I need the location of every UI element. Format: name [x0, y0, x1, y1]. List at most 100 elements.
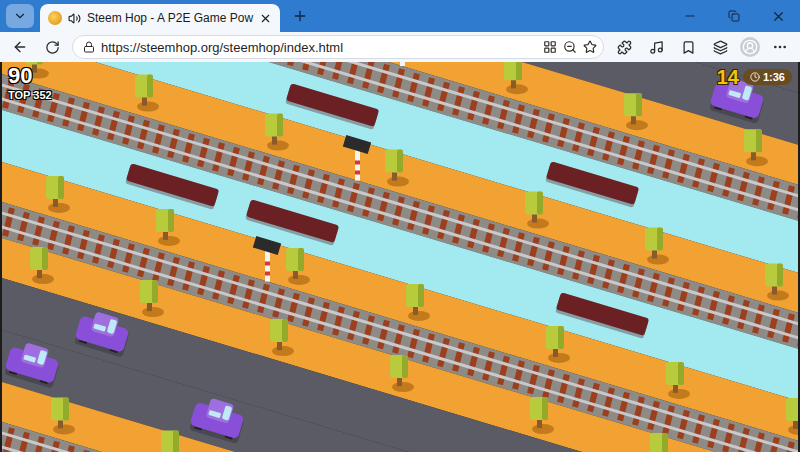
browser-tab[interactable]: Steem Hop - A P2E Game Pow	[40, 4, 280, 32]
rail-tie	[560, 119, 567, 147]
rail-tie	[770, 310, 777, 338]
tree	[385, 150, 409, 187]
address-bar[interactable]: https://steemhop.org/steemhop/index.html	[72, 35, 604, 59]
tree	[30, 247, 54, 284]
rail-tie	[350, 312, 357, 340]
rail-tie	[785, 186, 792, 214]
rail-tie	[455, 343, 462, 371]
lock-icon[interactable]	[83, 41, 95, 53]
collections-button[interactable]	[708, 35, 732, 59]
tree	[650, 433, 674, 452]
rail-tie	[155, 125, 162, 153]
game-area[interactable]: 90TOP 352 14 1:36	[0, 62, 800, 452]
minimize-icon	[683, 9, 697, 23]
coin-count: 14	[717, 67, 739, 87]
rail-tie	[515, 105, 522, 133]
rail-tie	[65, 98, 72, 126]
rail-tie	[500, 229, 507, 257]
rail-tie	[635, 269, 642, 297]
close-icon	[771, 9, 786, 24]
rail-tie	[710, 420, 717, 448]
tree	[645, 228, 669, 265]
car	[188, 394, 247, 444]
minimize-button[interactable]	[668, 0, 712, 32]
rail-tie	[740, 301, 747, 329]
profile-button[interactable]	[740, 37, 760, 57]
refresh-icon	[45, 40, 60, 55]
zoom-icon[interactable]	[563, 40, 577, 54]
score-panel: 90TOP 352	[8, 65, 52, 101]
rail-tie	[785, 314, 792, 342]
favorite-star-icon[interactable]	[583, 40, 597, 54]
extensions-button[interactable]	[612, 35, 636, 59]
rail-tie	[530, 366, 537, 394]
tree	[161, 430, 185, 452]
rail-tie	[50, 222, 57, 250]
rail-tie	[440, 339, 447, 367]
close-button[interactable]	[756, 0, 800, 32]
rail-tie	[335, 179, 342, 207]
log	[555, 292, 649, 339]
rail-tie	[620, 137, 627, 165]
tree	[765, 264, 789, 301]
rail-tie	[290, 166, 297, 194]
rail-tie	[575, 123, 582, 151]
app-available-icon[interactable]	[543, 40, 557, 54]
menu-button[interactable]	[768, 35, 792, 59]
rail-tie	[680, 283, 687, 311]
railway	[2, 71, 798, 351]
rail-tie	[395, 69, 402, 97]
rail-tie	[275, 289, 282, 317]
rail-tie	[305, 298, 312, 326]
rail-tie	[485, 224, 492, 252]
favorites-button[interactable]	[676, 35, 700, 59]
tree	[286, 248, 310, 285]
rail-tie	[305, 170, 312, 198]
new-tab-button[interactable]	[286, 4, 314, 28]
window-controls	[668, 0, 800, 32]
rail-tie	[665, 150, 672, 178]
rail-tie	[95, 107, 102, 135]
rail-tie	[755, 177, 762, 205]
rail-tie	[35, 217, 42, 245]
rail-tie	[515, 233, 522, 261]
rail-tie	[425, 206, 432, 234]
rail-tie	[665, 278, 672, 306]
rail-tie	[455, 215, 462, 243]
rail-tie	[95, 235, 102, 263]
tree	[744, 129, 768, 166]
rail-tie	[575, 251, 582, 279]
timer-text: 1:36	[763, 71, 785, 83]
rail-tie	[710, 292, 717, 320]
tree	[530, 397, 554, 434]
tab-actions-button[interactable]	[6, 4, 34, 28]
rail-tie	[590, 128, 597, 156]
restore-button[interactable]	[712, 0, 756, 32]
rail-tie	[650, 146, 657, 174]
speaker-icon[interactable]	[68, 12, 81, 25]
close-tab-icon[interactable]	[259, 12, 272, 25]
rail-tie	[80, 103, 87, 131]
rail-tie	[560, 247, 567, 275]
rail-tie	[650, 402, 657, 430]
rail-tie	[740, 173, 747, 201]
rail-tie	[440, 211, 447, 239]
rail-tie	[215, 143, 222, 171]
media-button[interactable]	[644, 35, 668, 59]
more-icon	[772, 39, 788, 55]
rail-signal	[388, 62, 416, 66]
rail-tie	[425, 334, 432, 362]
rail-tie	[455, 87, 462, 115]
rail-tie	[590, 384, 597, 412]
rail-tie	[155, 253, 162, 281]
rail-tie	[80, 451, 87, 452]
log	[545, 161, 639, 208]
game-canvas[interactable]	[2, 62, 798, 452]
rail-tie	[650, 274, 657, 302]
back-button[interactable]	[8, 35, 32, 59]
refresh-button[interactable]	[40, 35, 64, 59]
favicon-icon	[48, 11, 62, 25]
rail-tie	[365, 316, 372, 344]
puzzle-icon	[617, 40, 632, 55]
rail-tie	[725, 168, 732, 196]
